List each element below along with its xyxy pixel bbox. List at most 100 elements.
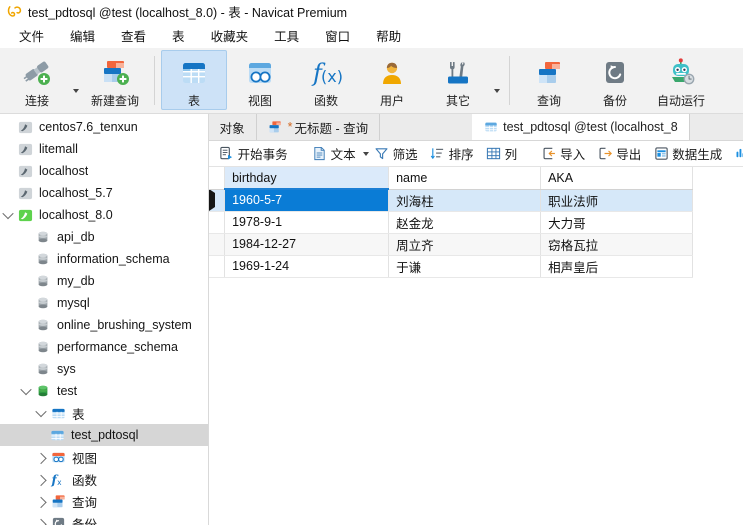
export-button[interactable]: 导出: [592, 143, 646, 165]
data-grid[interactable]: birthday name AKA 1960-5-7 刘海柱 职业法师 1978…: [208, 167, 694, 278]
ribbon-other-button[interactable]: 其它: [425, 50, 491, 110]
tree-node-backups-folder[interactable]: 备份: [0, 512, 208, 525]
tree-node-label: 查询: [72, 495, 98, 510]
data-generation-button[interactable]: 数据生成: [648, 143, 727, 165]
tree-twisty-expanded[interactable]: [18, 383, 34, 396]
tree-twisty-expanded[interactable]: [0, 207, 16, 220]
tree-node-mysql[interactable]: mysql: [0, 292, 208, 314]
tab-untitled-query[interactable]: * 无标题 - 查询: [256, 114, 381, 140]
cell-aka[interactable]: 职业法师: [540, 189, 694, 212]
grid-header-row: birthday name AKA: [208, 167, 694, 190]
tree-node-performance-schema[interactable]: performance_schema: [0, 336, 208, 358]
tree-node-functions-folder[interactable]: fx 函数: [0, 468, 208, 490]
tree-node-queries-folder[interactable]: 查询: [0, 490, 208, 512]
tab-objects[interactable]: 对象: [208, 114, 257, 140]
ribbon-table-label: 表: [187, 94, 200, 108]
connection-dropdown-caret[interactable]: [70, 48, 82, 113]
column-header-aka[interactable]: AKA: [540, 167, 694, 190]
sort-button[interactable]: 排序: [425, 143, 479, 165]
navigation-tree[interactable]: centos7.6_tenxun litemall localhost loca…: [0, 114, 209, 525]
tree-node-my-db[interactable]: my_db: [0, 270, 208, 292]
cell-birthday[interactable]: 1984-12-27: [224, 233, 390, 256]
table-row[interactable]: 1984-12-27 周立齐 窃格瓦拉: [208, 233, 694, 256]
menu-file[interactable]: 文件: [6, 23, 57, 48]
chart-button[interactable]: [729, 143, 743, 165]
filter-button[interactable]: 筛选: [369, 143, 423, 165]
ribbon-new-query-button[interactable]: 新建查询: [82, 50, 148, 110]
menu-view[interactable]: 查看: [108, 23, 159, 48]
import-button[interactable]: 导入: [536, 143, 590, 165]
row-selector[interactable]: [208, 189, 226, 212]
row-selector[interactable]: [208, 211, 226, 234]
cell-name[interactable]: 赵金龙: [388, 211, 542, 234]
cell-aka[interactable]: 大力哥: [540, 211, 694, 234]
cell-aka[interactable]: 相声皇后: [540, 255, 694, 278]
tree-node-localhost[interactable]: localhost: [0, 160, 208, 182]
tree-node-views-folder[interactable]: 视图: [0, 446, 208, 468]
cell-name[interactable]: 于谦: [388, 255, 542, 278]
tree-node-api-db[interactable]: api_db: [0, 226, 208, 248]
chevron-down-icon: [494, 88, 500, 93]
text-button[interactable]: 文本: [307, 143, 361, 165]
tab-test-pdtosql[interactable]: test_pdtosql @test (localhost_8: [472, 114, 690, 140]
automation-icon: [664, 57, 698, 89]
cell-name[interactable]: 周立齐: [388, 233, 542, 256]
table-row[interactable]: 1978-9-1 赵金龙 大力哥: [208, 211, 694, 234]
row-selector[interactable]: [208, 255, 226, 278]
menu-edit[interactable]: 编辑: [57, 23, 108, 48]
menu-favorites[interactable]: 收藏夹: [198, 23, 262, 48]
cell-aka[interactable]: 窃格瓦拉: [540, 233, 694, 256]
ribbon-function-button[interactable]: f (x) 函数: [293, 50, 359, 110]
data-grid-container[interactable]: birthday name AKA 1960-5-7 刘海柱 职业法师 1978…: [208, 167, 743, 525]
text-dropdown-caret[interactable]: [362, 151, 369, 156]
cell-name[interactable]: 刘海柱: [388, 189, 542, 212]
tree-node-litemall[interactable]: litemall: [0, 138, 208, 160]
ribbon-user-button[interactable]: 用户: [359, 50, 425, 110]
svg-text:x: x: [57, 478, 62, 487]
tree-node-localhost-80[interactable]: localhost_8.0: [0, 204, 208, 226]
database-icon: [34, 230, 52, 244]
tree-node-information-schema[interactable]: information_schema: [0, 248, 208, 270]
tree-node-test[interactable]: test: [0, 380, 208, 402]
column-header-name[interactable]: name: [388, 167, 542, 190]
ribbon-automation-button[interactable]: 自动运行: [648, 50, 714, 110]
ribbon-backup-label: 备份: [602, 94, 627, 108]
cell-birthday[interactable]: 1960-5-7: [224, 189, 390, 212]
tree-node-label: test_pdtosql: [71, 428, 139, 442]
query-tab-icon: [268, 120, 283, 135]
begin-transaction-button[interactable]: 开始事务: [214, 143, 293, 165]
tree-node-localhost-57[interactable]: localhost_5.7: [0, 182, 208, 204]
menu-help[interactable]: 帮助: [363, 23, 414, 48]
cell-birthday[interactable]: 1969-1-24: [224, 255, 390, 278]
menu-table[interactable]: 表: [159, 23, 198, 48]
navicat-logo-icon: [7, 5, 22, 17]
tree-twisty-collapsed[interactable]: [33, 518, 49, 525]
table-row[interactable]: 1960-5-7 刘海柱 职业法师: [208, 189, 694, 212]
column-header-birthday[interactable]: birthday: [224, 167, 390, 190]
columns-button[interactable]: 列: [481, 143, 523, 165]
other-dropdown-caret[interactable]: [491, 48, 503, 113]
menu-window[interactable]: 窗口: [312, 23, 363, 48]
tree-node-centos76-tenxun[interactable]: centos7.6_tenxun: [0, 116, 208, 138]
tree-node-label: 备份: [72, 517, 98, 525]
tree-twisty-collapsed[interactable]: [33, 496, 49, 509]
ribbon-query-button[interactable]: 查询: [516, 50, 582, 110]
tree-twisty-collapsed[interactable]: [33, 474, 49, 487]
tree-node-online-brushing-system[interactable]: online_brushing_system: [0, 314, 208, 336]
tree-twisty-expanded[interactable]: [33, 405, 49, 418]
tree-twisty-collapsed[interactable]: [33, 452, 49, 465]
ribbon-table-button[interactable]: 表: [161, 50, 227, 110]
tree-node-tables-folder[interactable]: 表: [0, 402, 208, 424]
ribbon-backup-button[interactable]: 备份: [582, 50, 648, 110]
ribbon-view-label: 视图: [247, 94, 272, 108]
tree-node-sys[interactable]: sys: [0, 358, 208, 380]
tree-node-test-pdtosql[interactable]: test_pdtosql: [0, 424, 208, 446]
ribbon-connection-button[interactable]: 连接: [4, 50, 70, 110]
row-selector[interactable]: [208, 233, 226, 256]
connection-mysql-icon: [16, 142, 34, 157]
ribbon-view-button[interactable]: 视图: [227, 50, 293, 110]
cell-birthday[interactable]: 1978-9-1: [224, 211, 390, 234]
ribbon-toolbar: 连接 新建查询 表 视图 f (x) 函数 用户 其它 查询 备份 自动运行: [0, 48, 743, 114]
table-row[interactable]: 1969-1-24 于谦 相声皇后: [208, 255, 694, 278]
menu-tools[interactable]: 工具: [261, 23, 312, 48]
